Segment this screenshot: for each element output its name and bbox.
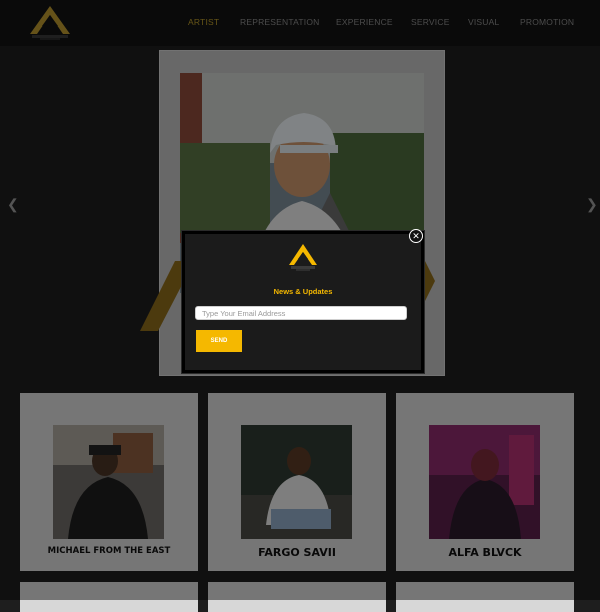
popup-title: News & Updates	[273, 287, 333, 296]
email-field[interactable]	[195, 306, 407, 320]
close-icon[interactable]: ✕	[409, 229, 423, 243]
send-button[interactable]: SEND	[196, 330, 242, 352]
newsletter-popup: ✕ News & Updates SEND	[182, 229, 424, 373]
popup-brand-logo	[289, 244, 317, 271]
